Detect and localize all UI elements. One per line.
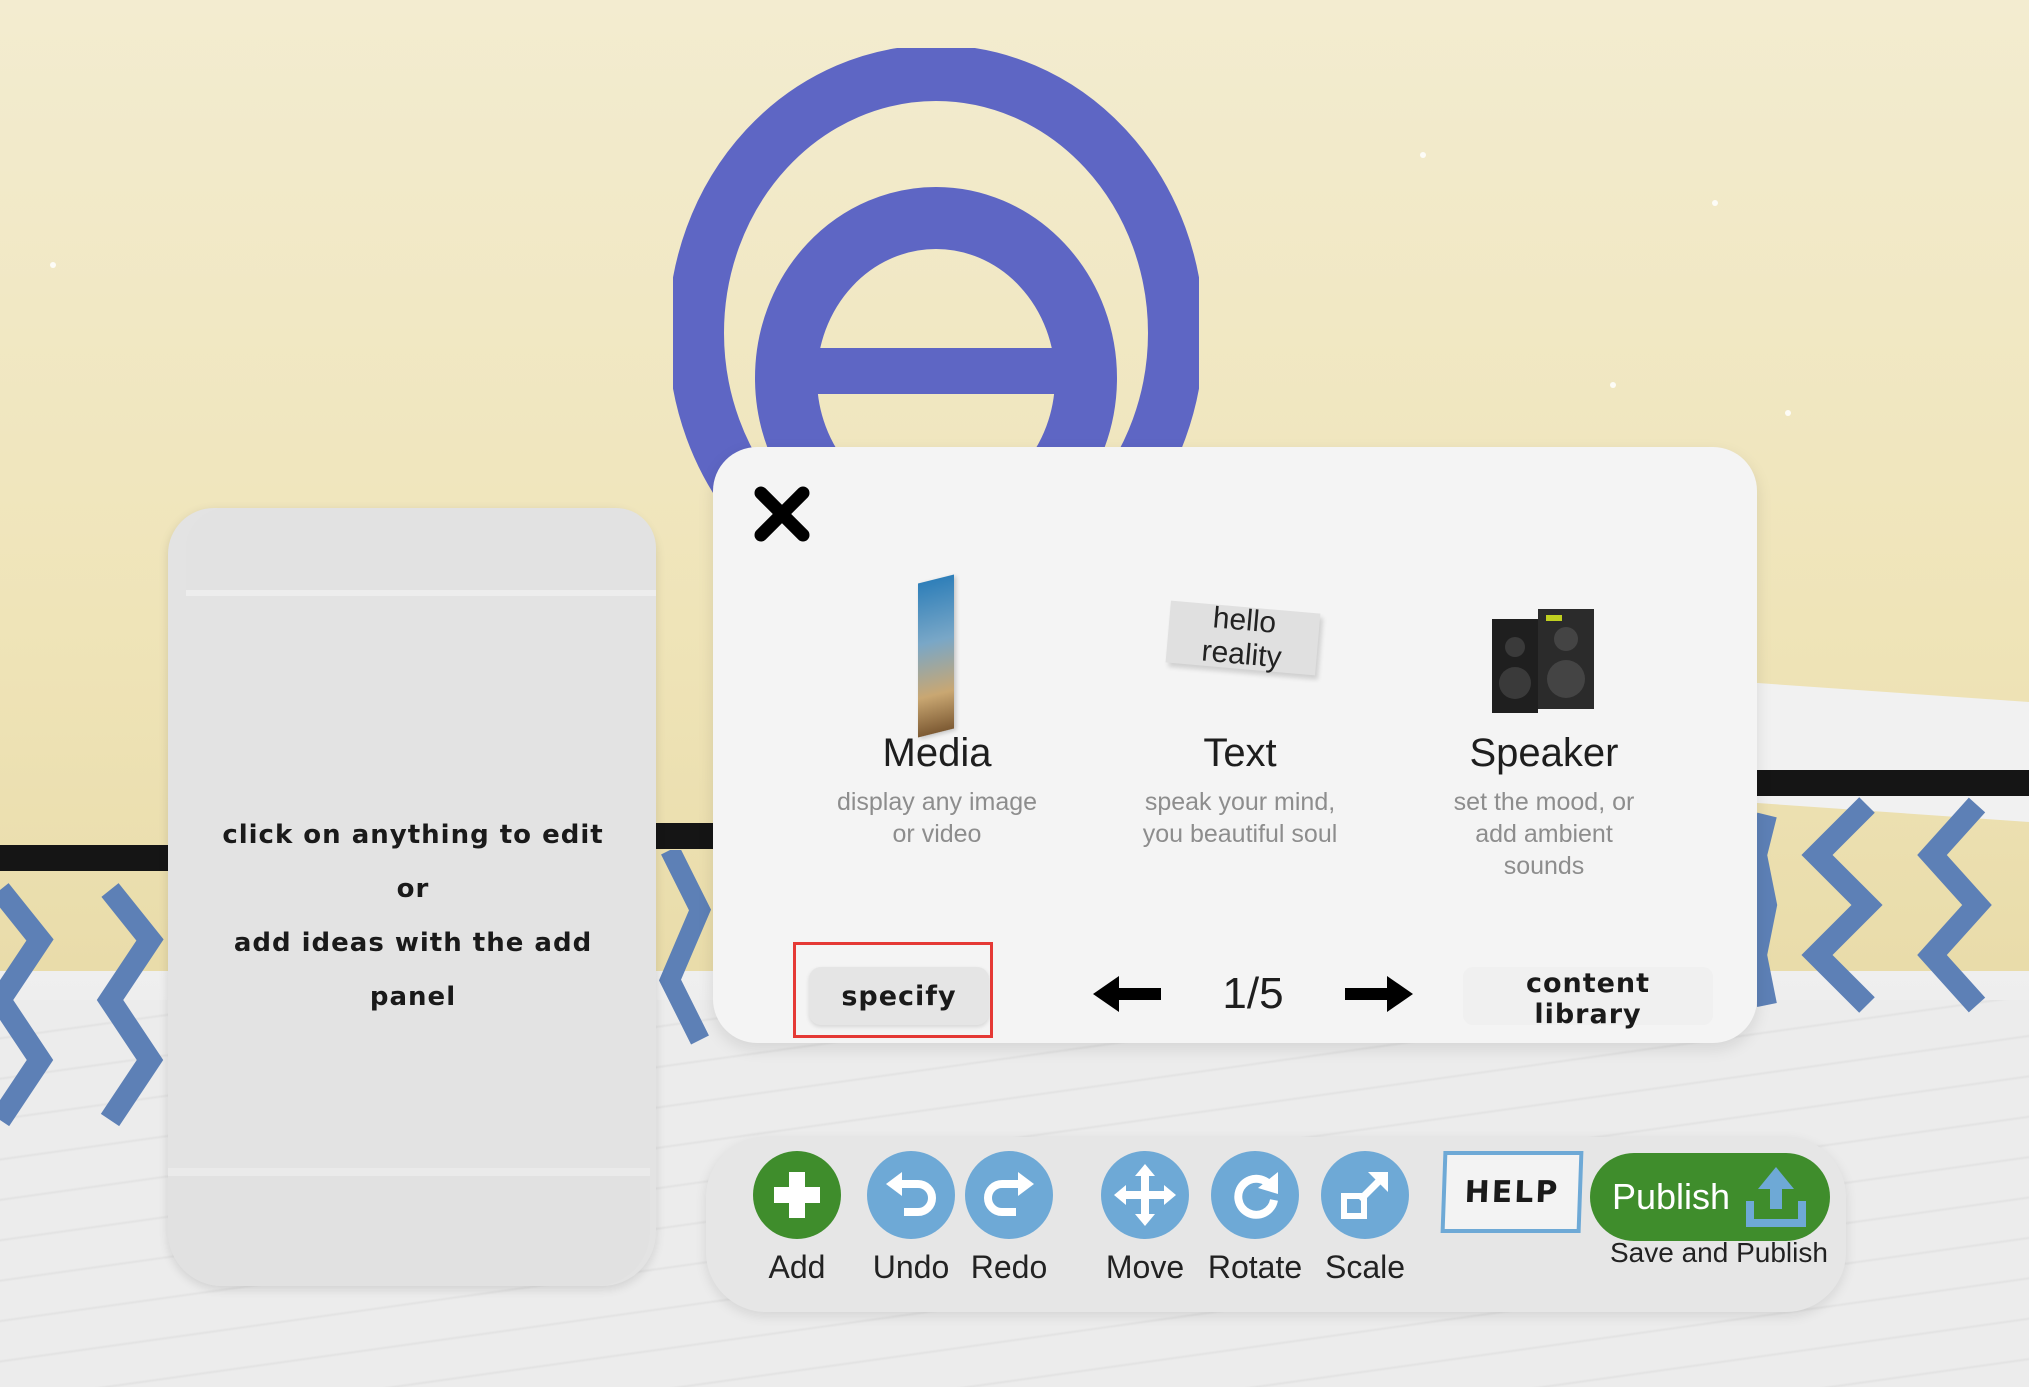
info-panel-top [186, 508, 656, 596]
info-line-2: or [396, 874, 430, 904]
selection-highlight [793, 942, 993, 1038]
item-title: Speaker [1469, 731, 1619, 775]
text-icon: hello reality [1110, 567, 1370, 727]
move-button[interactable]: Move [1090, 1151, 1200, 1286]
desc-line: you beautiful soul [1142, 820, 1338, 848]
scale-icon [1321, 1151, 1409, 1239]
toolbar: Add Undo Redo Move Rotate Scale HELP Pub… [706, 1137, 1846, 1312]
rotate-label: Rotate [1207, 1249, 1303, 1285]
content-library-button[interactable]: content library [1463, 967, 1713, 1030]
desc-line: or video [892, 820, 982, 848]
railing-top-left [0, 845, 180, 871]
railing-zigzag-left [0, 883, 164, 1127]
railing-top-right [1757, 770, 2029, 796]
pagination: 1/5 [1093, 959, 1413, 1029]
scale-button[interactable]: Scale [1310, 1151, 1420, 1286]
info-panel-text: click on anything to edit or add ideas w… [188, 808, 638, 1024]
scale-label: Scale [1324, 1249, 1406, 1285]
redo-button[interactable]: Redo [954, 1151, 1064, 1286]
rotate-button[interactable]: Rotate [1200, 1151, 1310, 1286]
desc-line: sounds [1503, 852, 1585, 880]
speaker-thumbnail [1492, 609, 1594, 713]
desc-line: add ambient [1475, 820, 1613, 848]
info-panel: click on anything to edit or add ideas w… [168, 508, 656, 1286]
add-item-speaker[interactable]: Speaker set the mood, or add ambient sou… [1414, 567, 1674, 882]
star [50, 262, 56, 268]
add-item-media[interactable]: Media display any image or video [807, 567, 1067, 850]
star [1785, 410, 1791, 416]
item-description: speak your mind, you beautiful soul [1110, 786, 1370, 850]
info-line-1: click on anything to edit [222, 820, 604, 850]
help-button[interactable]: HELP [1440, 1151, 1584, 1233]
upload-icon [1746, 1167, 1807, 1227]
undo-button[interactable]: Undo [856, 1151, 966, 1286]
item-description: display any image or video [807, 786, 1067, 850]
add-item-text[interactable]: hello reality Text speak your mind, you … [1110, 567, 1370, 850]
arrow-right-icon[interactable] [1343, 974, 1413, 1014]
redo-icon [965, 1151, 1053, 1239]
item-description: set the mood, or add ambient sounds [1414, 786, 1674, 882]
item-title: Text [1203, 731, 1277, 775]
media-icon [807, 567, 1067, 738]
add-label: Add [768, 1249, 826, 1285]
speaker-icon [1414, 567, 1674, 727]
text-thumbnail: hello reality [1165, 600, 1321, 676]
info-panel-bottom [168, 1168, 650, 1286]
desc-line: display any image [836, 788, 1038, 816]
railing-zigzag-mid [658, 850, 712, 1045]
railing-top-mid [650, 823, 720, 849]
item-title: Media [882, 731, 992, 775]
save-and-publish-label: Save and Publish [1610, 1237, 1828, 1268]
page-indicator: 1/5 [1222, 969, 1284, 1018]
add-panel: Media display any image or video hello r… [713, 447, 1757, 1043]
move-icon [1101, 1151, 1189, 1239]
undo-label: Undo [872, 1249, 950, 1285]
star [1420, 152, 1426, 158]
arrow-left-icon[interactable] [1093, 974, 1163, 1014]
star [1610, 382, 1616, 388]
add-button[interactable]: Add [742, 1151, 852, 1286]
star [1712, 200, 1718, 206]
media-thumbnail [918, 574, 954, 738]
railing-zigzag-right [1757, 797, 1992, 1013]
desc-line: speak your mind, [1144, 788, 1336, 816]
publish-label: Publish [1612, 1176, 1731, 1217]
plus-icon [753, 1151, 841, 1239]
move-label: Move [1105, 1249, 1185, 1285]
undo-icon [867, 1151, 955, 1239]
close-icon[interactable] [753, 485, 811, 543]
desc-line: set the mood, or [1453, 788, 1635, 816]
rotate-icon [1211, 1151, 1299, 1239]
info-line-3: add ideas with the add panel [233, 928, 593, 1012]
redo-label: Redo [970, 1249, 1048, 1285]
publish-button[interactable]: Publish [1590, 1153, 1830, 1241]
